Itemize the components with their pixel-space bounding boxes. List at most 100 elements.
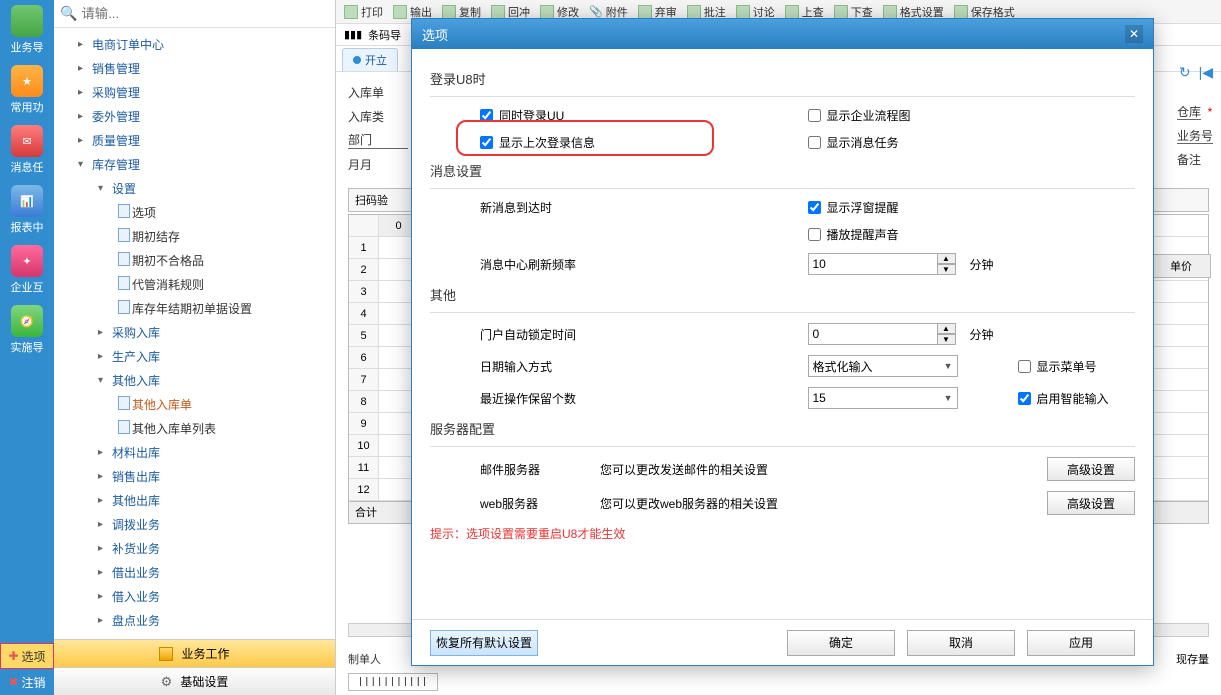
batch-icon	[687, 5, 701, 19]
dialog-footer: 恢复所有默认设置 确定 取消 应用	[412, 619, 1153, 665]
doc-icon	[118, 276, 128, 293]
tree-item-label: 库存管理	[92, 156, 140, 173]
nav-footer-basic[interactable]: 基础设置	[54, 667, 335, 695]
lbl-dept[interactable]: 部门	[348, 131, 408, 149]
cb-menu-no[interactable]: 显示菜单号	[1018, 358, 1097, 375]
search-input[interactable]	[81, 6, 329, 21]
cb-smart[interactable]: 启用智能输入	[1018, 390, 1109, 407]
cancel-button[interactable]: 取消	[907, 630, 1015, 656]
tree-item[interactable]: 库存年结期初单据设置	[54, 296, 335, 320]
nav-footer-business[interactable]: 业务工作	[54, 639, 335, 667]
doc-icon	[118, 252, 128, 269]
tree-item[interactable]: ▾设置	[54, 176, 335, 200]
tree-item[interactable]: ▸委外管理	[54, 104, 335, 128]
recent-select[interactable]: 15▼	[808, 387, 958, 409]
cb-show-msg[interactable]: 显示消息任务	[808, 134, 899, 151]
sidebar-enterprise[interactable]: ✦企业互	[0, 240, 54, 300]
tree-item[interactable]: ▸销售出库	[54, 464, 335, 488]
caret-right-icon: ▸	[98, 447, 108, 458]
barcode-icon: ▮▮▮	[344, 28, 362, 41]
lock-input[interactable]	[808, 323, 938, 345]
tree-item[interactable]: 选项	[54, 200, 335, 224]
step-down-icon[interactable]: ▼	[938, 334, 956, 345]
dialog-body: 登录U8时 同时登录UU 显示企业流程图 显示上次登录信息 显示消息任务 消息设…	[412, 49, 1153, 619]
tree-item[interactable]: ▾其他入库	[54, 368, 335, 392]
sidebar-impl[interactable]: 🧭实施导	[0, 300, 54, 360]
tree-item[interactable]: ▸材料出库	[54, 440, 335, 464]
nav-first-icon[interactable]: |◀	[1199, 64, 1213, 81]
tree-item[interactable]: 期初不合格品	[54, 248, 335, 272]
mail-advanced-button[interactable]: 高级设置	[1047, 457, 1135, 481]
tree-item[interactable]: ▾ 库存管理	[54, 152, 335, 176]
lbl-bizno[interactable]: 业务号	[1177, 129, 1213, 144]
lock-stepper[interactable]: ▲▼	[808, 323, 956, 345]
tree-item[interactable]: ▸销售管理	[54, 56, 335, 80]
options-button[interactable]: ✚选项	[0, 643, 54, 669]
tree-item[interactable]: 期初结存	[54, 224, 335, 248]
cb-show-last[interactable]: 显示上次登录信息	[480, 134, 595, 151]
tab-open[interactable]: 开立	[342, 48, 398, 71]
close-icon[interactable]: ✕	[1125, 25, 1143, 43]
cb-popup[interactable]: 显示浮窗提醒	[808, 199, 899, 216]
tree-item[interactable]: ▸借入业务	[54, 584, 335, 608]
print-button[interactable]: 打印	[344, 4, 383, 20]
cb-show-flow[interactable]: 显示企业流程图	[808, 107, 911, 124]
lbl-warehouse[interactable]: 仓库	[1177, 105, 1201, 120]
cb-login-uu[interactable]: 同时登录UU	[480, 107, 564, 124]
tree-item-label: 其他入库单	[132, 396, 192, 413]
tree-item-label: 其他出库	[112, 492, 160, 509]
apply-button[interactable]: 应用	[1027, 630, 1135, 656]
tree-item[interactable]: ▸质量管理	[54, 128, 335, 152]
date-mode-select[interactable]: 格式化输入▼	[808, 355, 958, 377]
modify-icon	[540, 5, 554, 19]
ok-button[interactable]: 确定	[787, 630, 895, 656]
sidebar-biz-nav[interactable]: 业务导	[0, 0, 54, 60]
tree-item[interactable]: ▸生产入库	[54, 344, 335, 368]
caret-right-icon: ▸	[98, 351, 108, 362]
tree-item-label: 销售管理	[92, 60, 140, 77]
refresh-stepper[interactable]: ▲▼	[808, 253, 956, 275]
step-down-icon[interactable]: ▼	[938, 264, 956, 275]
left-icon-sidebar: 业务导 ★常用功 ✉消息任 📊报表中 ✦企业互 🧭实施导 ✚选项 ✖注销	[0, 0, 54, 695]
common-icon: ★	[11, 65, 43, 97]
nav-arrows: ↻ |◀	[1179, 64, 1213, 81]
barcode-box[interactable]: |||||||||||	[348, 673, 438, 691]
web-advanced-button[interactable]: 高级设置	[1047, 491, 1135, 515]
caret-down-icon: ▾	[78, 159, 88, 170]
tree-item[interactable]: ▸补货业务	[54, 536, 335, 560]
tree-item[interactable]: 其他入库单	[54, 392, 335, 416]
lbl-recent: 最近操作保留个数	[480, 390, 576, 407]
step-up-icon[interactable]: ▲	[938, 323, 956, 334]
tree-item[interactable]: ▸其他出库	[54, 488, 335, 512]
tree-item[interactable]: ▸采购管理	[54, 80, 335, 104]
unit-min-1: 分钟	[970, 256, 994, 273]
report-icon: 📊	[11, 185, 43, 217]
caret-right-icon: ▸	[98, 591, 108, 602]
tree-item[interactable]: 其他入库单列表	[54, 416, 335, 440]
print-icon	[344, 5, 358, 19]
logout-button[interactable]: ✖注销	[0, 669, 54, 695]
dialog-titlebar[interactable]: 选项 ✕	[412, 19, 1153, 49]
lbl-mail: 邮件服务器	[480, 461, 540, 478]
step-up-icon[interactable]: ▲	[938, 253, 956, 264]
cb-sound[interactable]: 播放提醒声音	[808, 226, 899, 243]
sidebar-report[interactable]: 📊报表中	[0, 180, 54, 240]
sidebar-common[interactable]: ★常用功	[0, 60, 54, 120]
search-icon[interactable]: 🔍	[60, 5, 77, 22]
stock-label: 现存量	[1176, 651, 1209, 667]
tree-item[interactable]: ▸借出业务	[54, 560, 335, 584]
tree-item[interactable]: ▸调拨业务	[54, 512, 335, 536]
caret-down-icon: ▾	[98, 183, 108, 194]
tree-item[interactable]: 代管消耗规则	[54, 272, 335, 296]
refresh-input[interactable]	[808, 253, 938, 275]
tree-item[interactable]: ▸采购入库	[54, 320, 335, 344]
tree-body[interactable]: ▸电商订单中心▸销售管理▸采购管理▸委外管理▸质量管理▾库存管理▾设置选项期初结…	[54, 28, 335, 639]
sidebar-message[interactable]: ✉消息任	[0, 120, 54, 180]
restore-defaults-button[interactable]: 恢复所有默认设置	[430, 630, 538, 656]
abandon-icon	[638, 5, 652, 19]
impl-icon: 🧭	[11, 305, 43, 337]
nav-refresh-icon[interactable]: ↻	[1179, 64, 1191, 81]
tree-item[interactable]: ▸盘点业务	[54, 608, 335, 632]
tree-item[interactable]: ▸电商订单中心	[54, 32, 335, 56]
tree-item-label: 期初不合格品	[132, 252, 204, 269]
